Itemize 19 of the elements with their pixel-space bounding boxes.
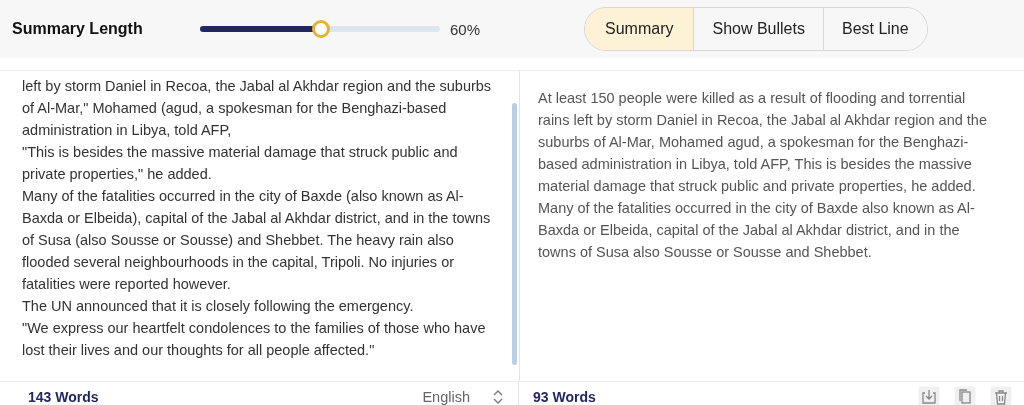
mode-tab[interactable]: Best Line: [822, 8, 927, 50]
copy-icon[interactable]: [954, 386, 976, 405]
scrollbar-thumb[interactable]: [512, 103, 517, 365]
input-paragraph: left by storm Daniel in Recoa, the Jabal al Akhdar region and the suburbs of Al-Mar," Mohamed (agud, a spokesman for the Benghazi-based administration in Libya, told AFP,: [22, 77, 493, 140]
language-select[interactable]: English: [422, 389, 470, 405]
word-count: 143 Words: [28, 389, 99, 405]
input-paragraph: "We express our heartfelt condolences to the families of those who have lost their lives and our thoughts for all people affected.": [22, 319, 487, 360]
trash-icon[interactable]: [990, 386, 1012, 405]
summary-length-label: Summary Length: [12, 20, 144, 38]
mode-tab[interactable]: Summary: [585, 8, 694, 50]
summary-text: At least 150 people were killed as a result of flooding and torrential rains left by storm Daniel in Recoa, the Jabal al Akhdar region and the suburbs of Al-Mar, Mohamed agud, a spokesman for the Benghazi-based administration in Libya, told AFP, This is besides the massive material damage that struck public and private properties, he added. Many of the fatalities occurred in the city of Baxde also known as Al-Baxda or Elbeida, capital of the Jabal al Akhdar district, and in the towns of Susa also Sousse or Sousse and Shebbet.: [538, 89, 988, 262]
input-paragraph: Many of the fatalities occurred in the city of Baxde (also known as Al-Baxda or Elbeida), capital of the Jabal al Akhdar district, and in the towns of Susa (also Sousse or Sousse) and Shebbet. The heavy rain also flooded several neighbourhoods in the capital, Tripoli. No injuries or fatalities were reported however.: [22, 187, 492, 294]
download-icon[interactable]: [918, 386, 940, 405]
input-paragraph: "This is besides the massive material damage that struck public and private properties," he added.: [22, 143, 459, 184]
summary-length-slider[interactable]: [200, 20, 440, 38]
up-down-chevron-icon[interactable]: [492, 389, 504, 405]
input-paragraph: The UN announced that it is closely following the emergency.: [22, 297, 415, 316]
summary-length-value: 60%: [450, 20, 482, 38]
word-count: 93 Words: [533, 389, 596, 405]
